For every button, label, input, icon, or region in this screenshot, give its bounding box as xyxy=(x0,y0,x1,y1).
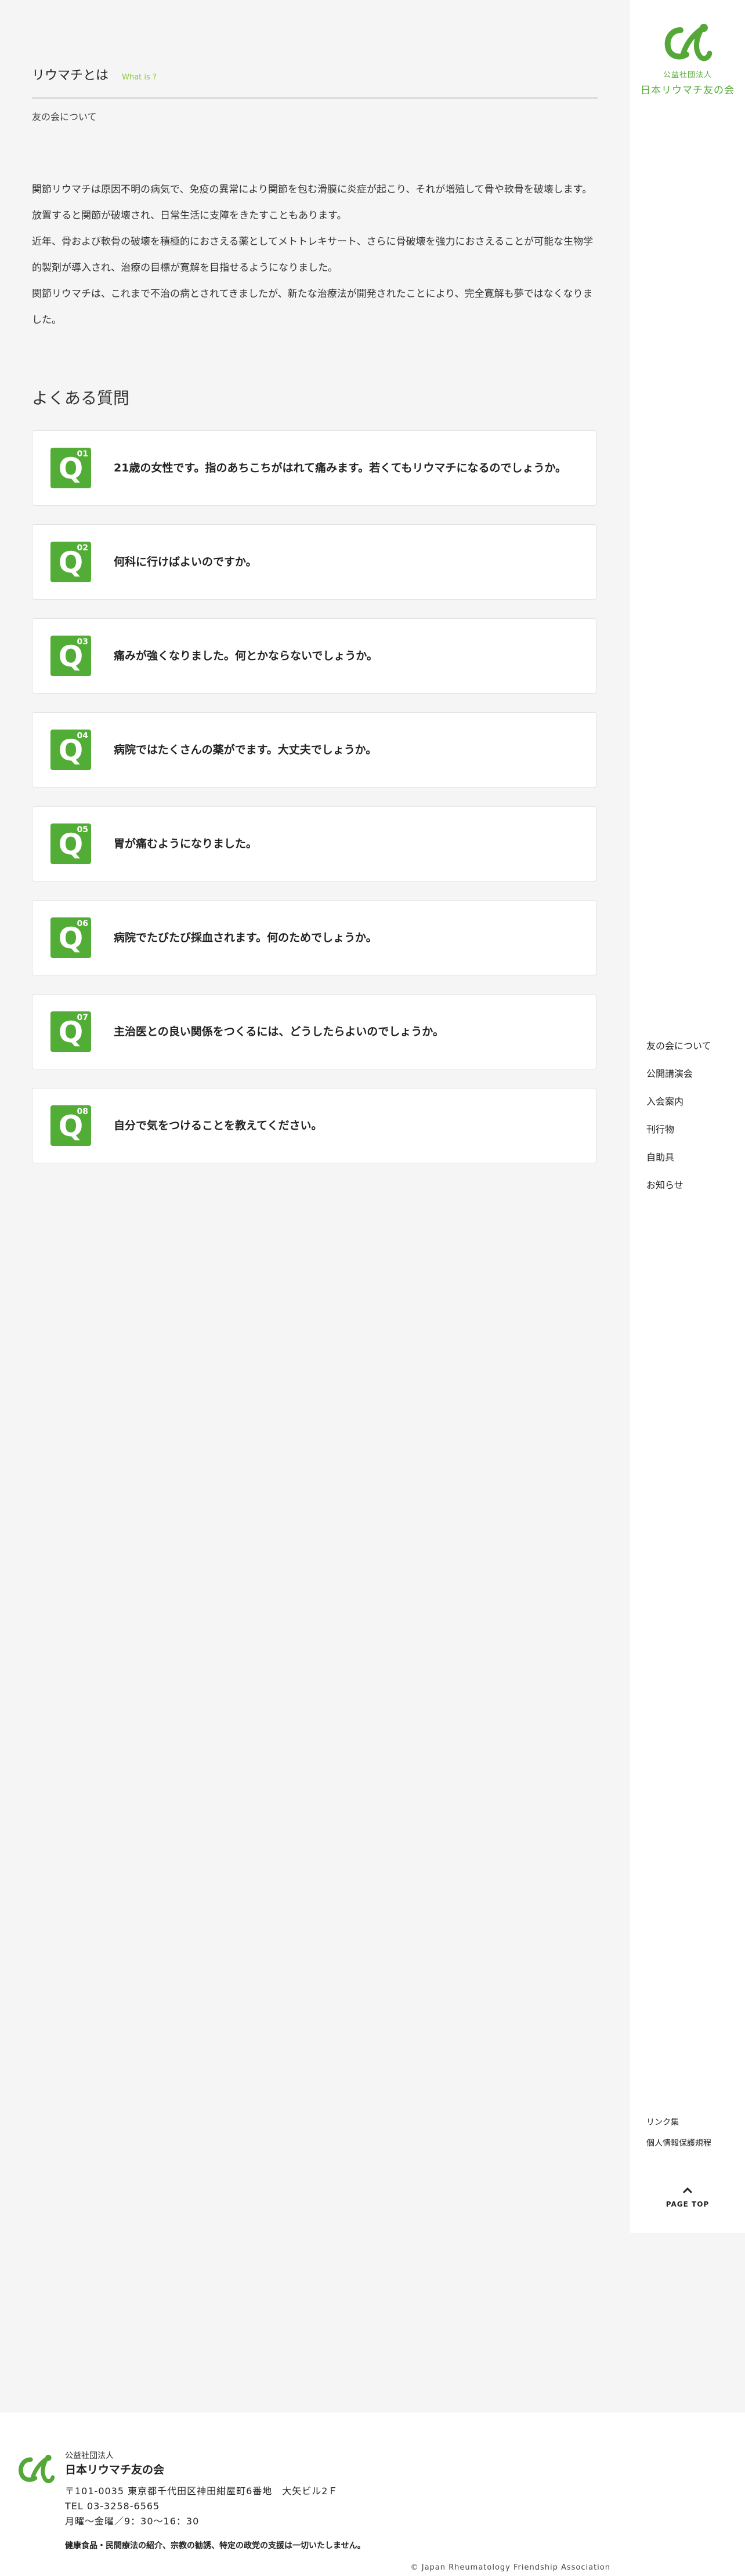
q-letter: Q xyxy=(58,921,84,955)
faq-item[interactable]: 01 Q 21歳の女性です。指のあちこちがはれて痛みます。若くてもリウマチになる… xyxy=(32,430,596,506)
page-title: リウマチとは xyxy=(32,68,109,83)
footer-tel: TEL 03-3258-6565 xyxy=(65,2501,160,2512)
faq-item[interactable]: 07 Q 主治医との良い関係をつくるには、どうしたらよいのでしょうか。 xyxy=(32,994,596,1069)
q-letter: Q xyxy=(58,452,84,485)
q-badge-icon: 06 Q xyxy=(50,917,91,958)
q-badge-icon: 02 Q xyxy=(50,542,91,582)
faq-question: 21歳の女性です。指のあちこちがはれて痛みます。若くてもリウマチになるのでしょう… xyxy=(114,462,567,474)
footer-address: 〒101-0035 東京都千代田区神田紺屋町6番地 大矢ビル2Ｆ xyxy=(65,2486,338,2497)
faq-question: 痛みが強くなりました。何とかならないでしょうか。 xyxy=(114,650,378,662)
q-letter: Q xyxy=(58,1015,84,1049)
sidebar-item-self-help-tools[interactable]: 自助具 xyxy=(646,1149,711,1177)
page-header: リウマチとは What is ? 友の会について xyxy=(32,65,598,122)
intro-paragraph: 近年、骨および軟骨の破壊を積極的におさえる薬としてメトトレキサート、さらに骨破壊… xyxy=(32,236,594,274)
page-top-button[interactable]: PAGE TOP xyxy=(630,2186,745,2209)
sidebar-nav: 友の会について 公開講演会 入会案内 刊行物 自助具 お知らせ xyxy=(646,1038,711,1205)
sidebar-item-membership[interactable]: 入会案内 xyxy=(646,1094,711,1122)
sidebar-item-privacy[interactable]: 個人情報保護規程 xyxy=(646,2136,711,2157)
footer-note: 健康食品・民間療法の紹介、宗教の勧誘、特定の政党の支援は一切いたしません。 xyxy=(65,2541,366,2550)
faq-item[interactable]: 03 Q 痛みが強くなりました。何とかならないでしょうか。 xyxy=(32,618,596,694)
intro-text: 関節リウマチは原因不明の病気で、免疫の異常により関節を包む滑膜に炎症が起こり、そ… xyxy=(32,177,598,333)
logo-subtitle: 公益社団法人 xyxy=(663,71,712,79)
logo-title: 日本リウマチ友の会 xyxy=(641,85,735,96)
q-letter: Q xyxy=(58,1109,84,1143)
q-letter: Q xyxy=(58,640,84,673)
chevron-up-icon xyxy=(682,2187,693,2194)
q-badge-icon: 03 Q xyxy=(50,636,91,676)
faq-item[interactable]: 04 Q 病院ではたくさんの薬がでます。大丈夫でしょうか。 xyxy=(32,712,596,788)
faq-question: 自分で気をつけることを教えてください。 xyxy=(114,1119,323,1132)
footer-info: 公益社団法人 日本リウマチ友の会 〒101-0035 東京都千代田区神田紺屋町6… xyxy=(65,2450,366,2551)
faq-question: 胃が痛むようになりました。 xyxy=(114,837,258,850)
faq-item[interactable]: 05 Q 胃が痛むようになりました。 xyxy=(32,806,596,881)
faq-question: 何科に行けばよいのですか。 xyxy=(114,556,257,568)
q-badge-icon: 08 Q xyxy=(50,1105,91,1146)
footer: 公益社団法人 日本リウマチ友の会 〒101-0035 東京都千代田区神田紺屋町6… xyxy=(0,2412,745,2576)
intro-paragraph: 関節リウマチは、これまで不治の病とされてきましたが、新たな治療法が開発されたこと… xyxy=(32,288,593,326)
q-badge-icon: 04 Q xyxy=(50,730,91,770)
logo-icon xyxy=(664,24,712,61)
q-letter: Q xyxy=(58,828,84,861)
sidebar-item-news[interactable]: お知らせ xyxy=(646,1177,711,1205)
page-title-en: What is ? xyxy=(122,73,157,82)
sidebar-sub-links: リンク集 個人情報保護規程 xyxy=(646,2116,711,2157)
sidebar-item-publications[interactable]: 刊行物 xyxy=(646,1122,711,1149)
sidebar-item-about[interactable]: 友の会について xyxy=(646,1038,711,1066)
header-divider xyxy=(32,97,598,99)
footer-copyright: © Japan Rheumatology Friendship Associat… xyxy=(410,2563,610,2572)
sidebar-item-links[interactable]: リンク集 xyxy=(646,2116,711,2136)
faq-question: 主治医との良い関係をつくるには、どうしたらよいのでしょうか。 xyxy=(114,1025,444,1038)
q-badge-icon: 05 Q xyxy=(50,823,91,864)
faq-question: 病院でたびたび採血されます。何のためでしょうか。 xyxy=(114,931,377,944)
breadcrumb-link[interactable]: 友の会について xyxy=(32,109,97,123)
footer-logo-icon xyxy=(19,2454,55,2483)
footer-org-subtitle: 公益社団法人 xyxy=(65,2451,114,2461)
faq-heading: よくある質問 xyxy=(32,389,130,408)
site-logo-link[interactable]: 公益社団法人 日本リウマチ友の会 xyxy=(630,22,745,96)
q-badge-icon: 07 Q xyxy=(50,1011,91,1052)
intro-paragraph: 関節リウマチは原因不明の病気で、免疫の異常により関節を包む滑膜に炎症が起こり、そ… xyxy=(32,184,592,222)
page-top-label: PAGE TOP xyxy=(666,2200,710,2208)
faq-item[interactable]: 02 Q 何科に行けばよいのですか。 xyxy=(32,524,596,600)
q-letter: Q xyxy=(58,734,84,767)
sidebar-item-lectures[interactable]: 公開講演会 xyxy=(646,1066,711,1094)
footer-org-name: 日本リウマチ友の会 xyxy=(65,2463,165,2476)
faq-question: 病院ではたくさんの薬がでます。大丈夫でしょうか。 xyxy=(114,743,377,756)
faq-item[interactable]: 08 Q 自分で気をつけることを教えてください。 xyxy=(32,1088,596,1163)
faq-item[interactable]: 06 Q 病院でたびたび採血されます。何のためでしょうか。 xyxy=(32,900,596,975)
q-letter: Q xyxy=(58,546,84,579)
q-badge-icon: 01 Q xyxy=(50,448,91,488)
footer-hours: 月曜～金曜／9：30～16：30 xyxy=(65,2516,200,2527)
faq-list: 01 Q 21歳の女性です。指のあちこちがはれて痛みます。若くてもリウマチになる… xyxy=(32,430,598,1182)
sidebar: 公益社団法人 日本リウマチ友の会 友の会について 公開講演会 入会案内 刊行物 … xyxy=(630,0,745,2233)
